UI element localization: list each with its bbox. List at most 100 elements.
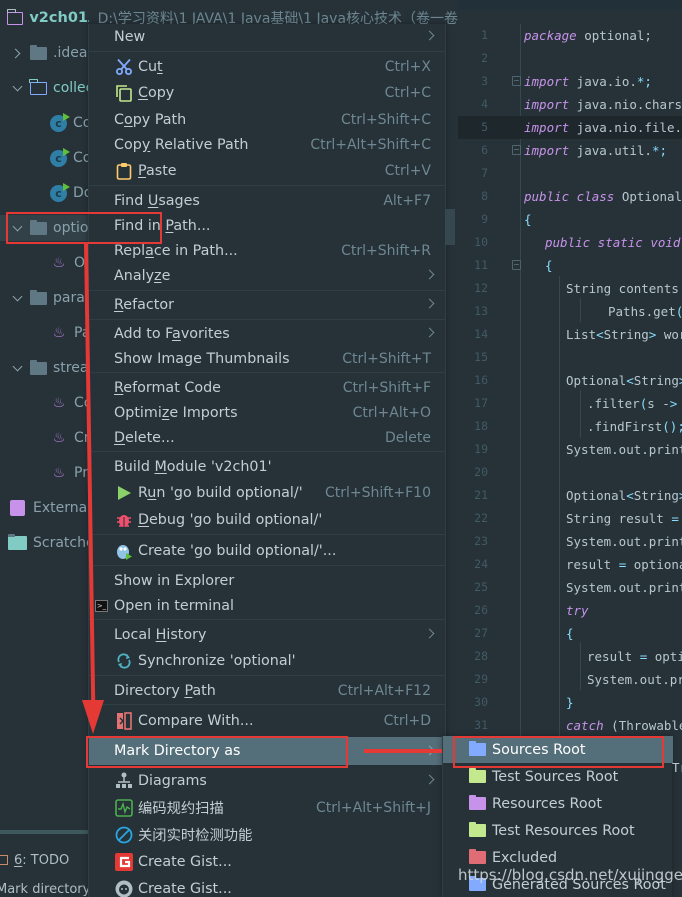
menu-item-reformat-code[interactable]: Reformat Code Ctrl+Shift+F (89, 375, 445, 400)
tree-item-java-file[interactable]: ♨ Op (0, 250, 88, 276)
menu-item-show-image-thumbnails[interactable]: Show Image Thumbnails Ctrl+Shift+T (89, 346, 445, 371)
code-line[interactable]: 30} (458, 691, 682, 714)
menu-item-build-module[interactable]: Build Module 'v2ch01' (89, 454, 445, 479)
code-line[interactable]: 25 System.out.printl (458, 576, 682, 599)
tree-item-class[interactable]: c Co (0, 110, 88, 136)
menu-item-synchronize[interactable]: Synchronize 'optional' (89, 648, 445, 673)
chevron-right-icon[interactable] (12, 47, 24, 59)
tree-item-class[interactable]: c Do (0, 180, 88, 206)
submenu-item-test-resources-root[interactable]: Test Resources Root (443, 817, 673, 844)
code-line[interactable]: 12 String contents = (458, 277, 682, 300)
gitee-icon (115, 852, 133, 871)
menu-item-compare-with[interactable]: Compare With... Ctrl+D (89, 708, 445, 733)
code-text: .filter(s -> s (587, 396, 678, 411)
code-text: try (566, 603, 589, 618)
tree-item-java-file[interactable]: ♨ Pr (0, 460, 88, 486)
menu-item-copy-path[interactable]: Copy Path Ctrl+Shift+C (89, 107, 445, 132)
chevron-down-icon[interactable] (12, 292, 24, 304)
menu-item-new[interactable]: New (89, 24, 445, 49)
chevron-down-icon[interactable] (12, 82, 24, 94)
code-line[interactable]: 13 Paths.get(' (458, 300, 682, 323)
todo-mnemonic: 6 (14, 852, 23, 868)
line-number: 29 (474, 672, 488, 686)
code-line[interactable]: 20 (458, 461, 682, 484)
todo-tool-window-button[interactable]: 6: TODO (0, 850, 88, 870)
code-line[interactable]: 21 Optional<String> (458, 484, 682, 507)
tree-item-idea[interactable]: .idea (0, 40, 88, 66)
menu-item-cut[interactable]: Cut Ctrl+X (89, 54, 445, 79)
menu-item-delete[interactable]: Delete... Delete (89, 425, 445, 450)
code-line[interactable]: 27 { (458, 622, 682, 645)
code-line[interactable]: 6 import java.util.*; (458, 139, 682, 162)
code-line[interactable]: 28 result = optio (458, 645, 682, 668)
menu-item-find-usages[interactable]: Find Usages Alt+F7 (89, 188, 445, 213)
code-line[interactable]: 4 import java.nio.charset (458, 93, 682, 116)
menu-item-local-history[interactable]: Local History (89, 622, 445, 647)
code-line[interactable]: 5 import java.nio.file.*; (458, 116, 682, 139)
menu-item-diagrams[interactable]: Diagrams (89, 768, 445, 793)
code-line[interactable]: 10 public static void (458, 231, 682, 254)
code-line[interactable]: 1 package optional; (458, 24, 682, 47)
menu-item-label: Copy Path (114, 111, 187, 128)
menu-item-show-in-explorer[interactable]: Show in Explorer (89, 568, 445, 593)
code-line[interactable]: 9{ (458, 208, 682, 231)
menu-item-create-gist-gitee[interactable]: Create Gist... (89, 849, 445, 874)
tree-item-external-libraries[interactable]: External (0, 495, 88, 521)
menu-item-copy[interactable]: Copy Ctrl+C (89, 80, 445, 105)
menu-item-refactor[interactable]: Refactor (89, 292, 445, 317)
line-number: 12 (474, 281, 488, 295)
tree-item-parallel[interactable]: paral (0, 285, 88, 311)
code-line[interactable]: 17 .filter(s -> s (458, 392, 682, 415)
tree-item-streams[interactable]: strea (0, 355, 88, 381)
menu-item-paste[interactable]: Paste Ctrl+V (89, 158, 445, 183)
tree-item-collections[interactable]: collec (0, 75, 88, 101)
menu-item-optimize-imports[interactable]: Optimize Imports Ctrl+Alt+O (89, 400, 445, 425)
code-line[interactable]: 3 import java.io.*; (458, 70, 682, 93)
menu-item-debug[interactable]: Debug 'go build optional/' (89, 507, 445, 532)
menu-item-code-scan[interactable]: 编码规约扫描 Ctrl+Alt+Shift+J (89, 795, 445, 820)
code-line[interactable]: 31 catch (Throwable (458, 714, 682, 737)
code-line[interactable]: 29 System.out.pri (458, 668, 682, 691)
tree-item-java-file[interactable]: ♨ Pa (0, 320, 88, 346)
code-line[interactable]: 2 (458, 47, 682, 70)
menu-item-analyze[interactable]: Analyze (89, 263, 445, 288)
fold-marker-icon[interactable] (512, 76, 521, 86)
chevron-down-icon[interactable] (12, 362, 24, 374)
fold-marker-icon[interactable] (512, 260, 521, 270)
tree-item-java-file[interactable]: ♨ Cr (0, 425, 88, 451)
module-folder-icon (6, 8, 24, 25)
code-line[interactable]: 19 System.out.printl (458, 438, 682, 461)
tree-item-scratches[interactable]: Scratche (0, 530, 88, 556)
tree-item-class[interactable]: c Co (0, 145, 88, 171)
code-line[interactable]: 14 List<String> word (458, 323, 682, 346)
line-number: 26 (474, 603, 488, 617)
menu-scrollbar-thumb[interactable] (445, 209, 455, 245)
menu-item-copy-relative-path[interactable]: Copy Relative Path Ctrl+Alt+Shift+C (89, 132, 445, 157)
menu-item-label: Optimize Imports (114, 404, 238, 421)
code-line[interactable]: 23 System.out.printl (458, 530, 682, 553)
menu-item-directory-path[interactable]: Directory Path Ctrl+Alt+F12 (89, 678, 445, 703)
code-line[interactable]: 8 public class OptionalTe (458, 185, 682, 208)
line-number: 23 (474, 534, 488, 548)
menu-item-open-in-terminal[interactable]: >_ Open in terminal (89, 593, 445, 618)
terminal-icon: >_ (95, 599, 108, 612)
code-line[interactable]: 24 result = optional (458, 553, 682, 576)
menu-item-add-to-favorites[interactable]: Add to Favorites (89, 321, 445, 346)
code-line[interactable]: 26 try (458, 599, 682, 622)
code-line[interactable]: 7 (458, 162, 682, 185)
code-line[interactable]: 15 (458, 346, 682, 369)
menu-item-create-gist-github[interactable]: Create Gist... (89, 876, 445, 897)
editor-tab-bar[interactable] (458, 0, 682, 10)
code-line[interactable]: 11 { (458, 254, 682, 277)
tree-root-label[interactable]: v2ch01 (29, 10, 88, 26)
menu-item-disable-realtime-check[interactable]: 关闭实时检测功能 (89, 822, 445, 847)
submenu-item-resources-root[interactable]: Resources Root (443, 790, 673, 817)
code-line[interactable]: 22 String result = o (458, 507, 682, 530)
menu-item-label: Copy Relative Path (114, 136, 249, 153)
menu-item-create-run-config[interactable]: Create 'go build optional/'... (89, 538, 445, 563)
tree-item-java-file[interactable]: ♨ Co (0, 390, 88, 416)
code-line[interactable]: 18 .findFirst(); (458, 415, 682, 438)
menu-item-run[interactable]: Run 'go build optional/' Ctrl+Shift+F10 (89, 480, 445, 505)
code-line[interactable]: 16 Optional<String> (458, 369, 682, 392)
fold-marker-icon[interactable] (512, 145, 521, 155)
